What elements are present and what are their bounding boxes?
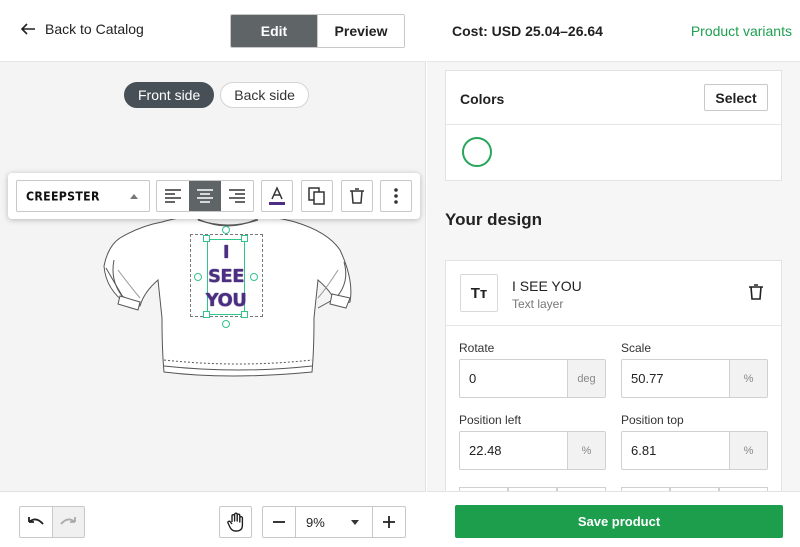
font-name: CREEPSTER: [26, 188, 100, 204]
more-options-button[interactable]: [380, 180, 412, 212]
resize-handle-bl[interactable]: [203, 311, 210, 318]
resize-handle-tl[interactable]: [203, 235, 210, 242]
divider: [446, 325, 781, 326]
position-left-unit: %: [567, 432, 605, 469]
back-to-catalog-link[interactable]: Back to Catalog: [20, 21, 144, 37]
resize-handle-right[interactable]: [250, 273, 258, 281]
zoom-dropdown[interactable]: 9%: [295, 507, 373, 537]
resize-handle-tr[interactable]: [241, 235, 248, 242]
design-line-3: YOU: [205, 290, 247, 311]
arrow-left-icon: [20, 23, 35, 35]
text-color-icon: [269, 186, 285, 205]
rotate-unit: deg: [567, 360, 605, 397]
text-toolbar: CREEPSTER: [8, 173, 420, 219]
canvas-controls: 9%: [0, 491, 426, 547]
design-text-layer[interactable]: I SEE YOU: [205, 239, 247, 315]
align-center-icon: [197, 189, 213, 203]
position-top-label: Position top: [621, 413, 684, 427]
save-bar: Save product: [427, 491, 800, 547]
delete-layer-button[interactable]: [341, 180, 373, 212]
alignment-group: [156, 180, 254, 212]
back-side-button[interactable]: Back side: [220, 82, 309, 108]
editor-panel: Back to Catalog Edit Preview Front side …: [0, 0, 426, 547]
position-top-field[interactable]: 6.81 %: [621, 431, 768, 470]
settings-panel: Cost: USD 25.04–26.64 Product variants C…: [427, 0, 800, 547]
undo-button[interactable]: [20, 507, 52, 537]
edit-tab[interactable]: Edit: [231, 15, 317, 47]
caret-up-icon: [130, 194, 138, 199]
your-design-heading: Your design: [445, 210, 542, 229]
align-right-button[interactable]: [221, 181, 253, 211]
trash-icon: [749, 284, 763, 300]
trash-icon: [350, 188, 364, 204]
delete-layer-icon-button[interactable]: [749, 284, 763, 303]
back-label: Back to Catalog: [45, 21, 144, 37]
design-line-1: I: [222, 242, 230, 263]
resize-handle-br[interactable]: [241, 311, 248, 318]
position-top-input[interactable]: 6.81: [622, 432, 729, 469]
design-line-2: SEE: [207, 266, 245, 287]
position-left-input[interactable]: 22.48: [460, 432, 567, 469]
save-product-button[interactable]: Save product: [455, 505, 783, 538]
divider: [446, 124, 781, 125]
scale-unit: %: [729, 360, 767, 397]
rotate-field[interactable]: 0 deg: [459, 359, 606, 398]
colors-heading: Colors: [460, 91, 505, 107]
mode-toggle: Edit Preview: [230, 14, 405, 48]
editor-header: Back to Catalog Edit Preview: [0, 0, 426, 62]
more-vertical-icon: [394, 188, 398, 204]
side-toggle: Front side Back side: [124, 82, 309, 108]
pan-tool-button[interactable]: [219, 506, 252, 538]
zoom-value: 9%: [306, 514, 325, 530]
redo-button[interactable]: [51, 507, 84, 537]
plus-icon: [383, 516, 395, 528]
history-group: [19, 506, 85, 538]
cost-label: Cost: USD 25.04–26.64: [452, 23, 603, 39]
front-side-button[interactable]: Front side: [124, 82, 215, 108]
align-right-icon: [229, 189, 245, 203]
position-top-unit: %: [729, 432, 767, 469]
zoom-control: 9%: [262, 506, 406, 538]
align-left-icon: [165, 189, 181, 203]
layer-name: I SEE YOU: [512, 278, 582, 294]
minus-icon: [273, 521, 285, 523]
zoom-out-button[interactable]: [263, 507, 295, 537]
text-color-button[interactable]: [261, 180, 293, 212]
text-layer-card: Tт I SEE YOU Text layer Rotate 0 deg Sca…: [445, 260, 782, 500]
rotate-label: Rotate: [459, 341, 495, 355]
redo-icon: [60, 517, 77, 525]
preview-tab[interactable]: Preview: [317, 15, 404, 47]
text-layer-icon: Tт: [460, 274, 498, 312]
scale-label: Scale: [621, 341, 652, 355]
duplicate-icon: [308, 187, 325, 205]
resize-handle-left[interactable]: [194, 273, 202, 281]
hand-icon: [226, 512, 243, 532]
undo-icon: [27, 517, 44, 525]
colors-card: Colors Select: [445, 70, 782, 181]
scale-field[interactable]: 50.77 %: [621, 359, 768, 398]
align-center-button[interactable]: [189, 181, 221, 211]
duplicate-button[interactable]: [301, 180, 333, 212]
settings-header: Cost: USD 25.04–26.64 Product variants: [427, 0, 800, 62]
zoom-in-button[interactable]: [373, 507, 405, 537]
caret-down-icon: [351, 520, 359, 525]
product-variants-link[interactable]: Product variants: [691, 23, 792, 39]
rotate-handle-bottom[interactable]: [222, 320, 230, 328]
rotate-input[interactable]: 0: [460, 360, 567, 397]
position-left-field[interactable]: 22.48 %: [459, 431, 606, 470]
select-colors-button[interactable]: Select: [704, 84, 768, 111]
color-swatch-white[interactable]: [462, 137, 492, 167]
font-dropdown[interactable]: CREEPSTER: [16, 180, 150, 212]
scale-input[interactable]: 50.77: [622, 360, 729, 397]
layer-type: Text layer: [512, 297, 564, 311]
rotate-handle-top[interactable]: [222, 226, 230, 234]
position-left-label: Position left: [459, 413, 522, 427]
align-left-button[interactable]: [157, 181, 189, 211]
